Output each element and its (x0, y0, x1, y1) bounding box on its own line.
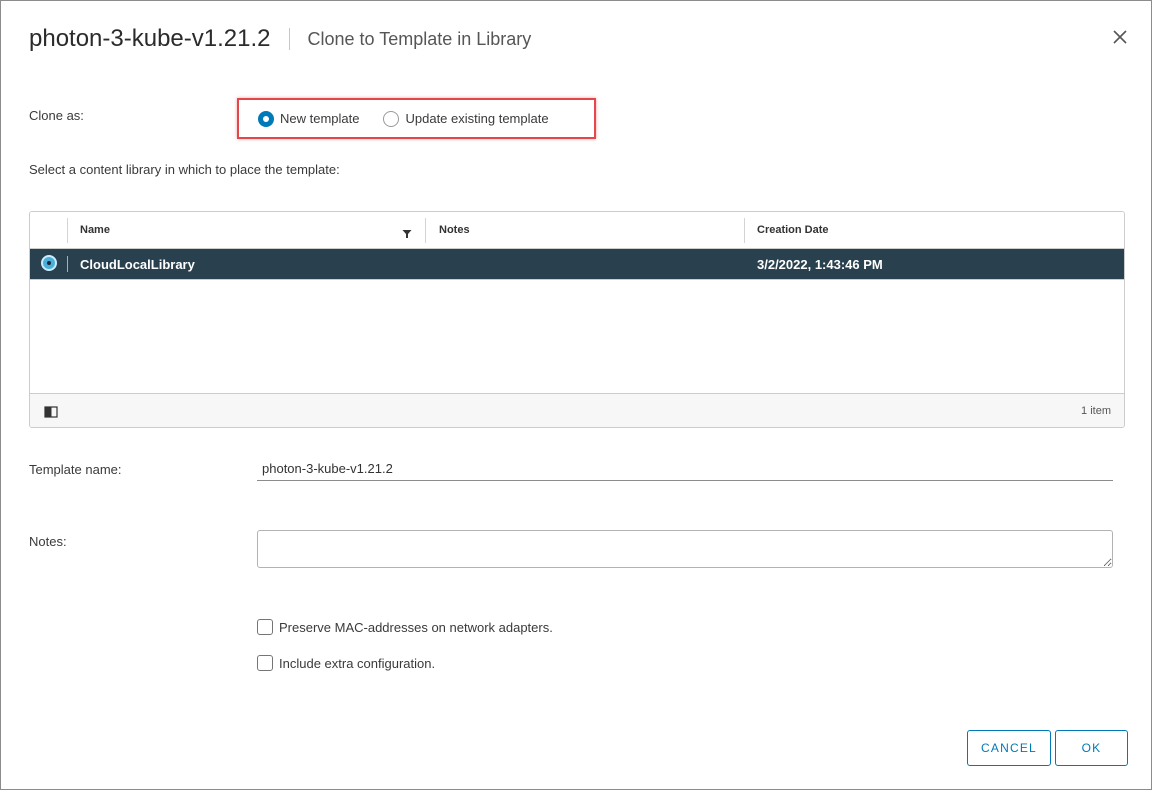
library-prompt: Select a content library in which to pla… (29, 162, 340, 177)
update-existing-template-label: Update existing template (405, 111, 549, 126)
grid-footer: 1 item (30, 393, 1124, 427)
row-creation-date-cell: 3/2/2022, 1:43:46 PM (757, 257, 883, 272)
column-divider (67, 218, 68, 243)
radio-unselected-icon (383, 110, 400, 127)
template-name-label: Template name: (29, 462, 122, 477)
clone-as-label: Clone as: (29, 108, 84, 123)
include-extra-config-checkbox[interactable]: Include extra configuration. (257, 655, 435, 671)
title-divider (288, 28, 290, 50)
new-template-label: New template (280, 111, 360, 126)
notes-textarea[interactable] (257, 530, 1113, 568)
column-divider[interactable] (744, 218, 745, 243)
preserve-mac-checkbox[interactable]: Preserve MAC-addresses on network adapte… (257, 619, 553, 635)
column-toggle-icon[interactable] (44, 405, 58, 418)
row-divider (67, 256, 68, 272)
checkbox-unchecked-icon[interactable] (257, 619, 273, 635)
item-count: 1 item (1081, 405, 1111, 417)
ok-button[interactable]: OK (1055, 730, 1128, 766)
cancel-button[interactable]: CANCEL (967, 730, 1051, 766)
preserve-mac-label: Preserve MAC-addresses on network adapte… (279, 619, 553, 635)
dialog-header: photon-3-kube-v1.21.2 Clone to Template … (29, 23, 531, 55)
dialog-title: photon-3-kube-v1.21.2 (29, 25, 271, 52)
close-icon[interactable] (1111, 28, 1129, 46)
dialog-subtitle: Clone to Template in Library (307, 28, 532, 49)
update-existing-template-radio[interactable]: Update existing template (383, 110, 549, 127)
row-name-cell: CloudLocalLibrary (80, 257, 195, 272)
template-name-input[interactable] (257, 457, 1113, 481)
new-template-radio[interactable]: New template (258, 110, 360, 127)
row-divider-line (30, 279, 1124, 280)
filter-icon[interactable] (402, 226, 412, 238)
column-header-creation-date[interactable]: Creation Date (757, 224, 829, 236)
grid-header: Name Notes Creation Date (30, 212, 1124, 249)
clone-as-radio-group: New template Update existing template (237, 98, 596, 139)
checkbox-unchecked-icon[interactable] (257, 655, 273, 671)
content-library-grid: Name Notes Creation Date CloudLocalLibra… (29, 211, 1125, 428)
column-header-notes[interactable]: Notes (439, 224, 470, 236)
notes-label: Notes: (29, 534, 67, 549)
column-divider[interactable] (425, 218, 426, 243)
radio-selected-icon (258, 110, 274, 127)
row-selected-radio-icon[interactable] (41, 255, 57, 271)
clone-to-template-dialog: photon-3-kube-v1.21.2 Clone to Template … (0, 0, 1152, 790)
table-row[interactable]: CloudLocalLibrary 3/2/2022, 1:43:46 PM (30, 249, 1124, 279)
include-extra-config-label: Include extra configuration. (279, 655, 436, 671)
column-header-name[interactable]: Name (80, 224, 110, 236)
